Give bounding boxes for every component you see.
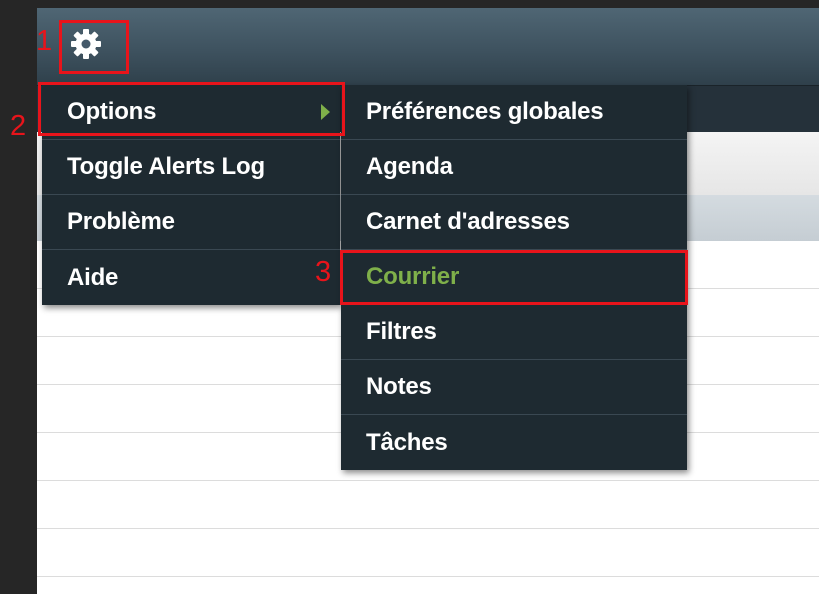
submenu-item-notes[interactable]: Notes xyxy=(341,360,687,415)
options-submenu: Préférences globales Agenda Carnet d'adr… xyxy=(341,85,687,470)
menu-item-probleme[interactable]: Problème xyxy=(42,195,340,250)
step-number-1: 1 xyxy=(36,25,53,57)
screen: Options Toggle Alerts Log Problème Aide … xyxy=(0,0,819,594)
submenu-item-agenda[interactable]: Agenda xyxy=(341,140,687,195)
menu-item-toggle-alerts-log[interactable]: Toggle Alerts Log xyxy=(42,140,340,195)
step-number-3: 3 xyxy=(315,256,332,288)
menu-item-label: Aide xyxy=(67,263,119,291)
menu-item-label: Filtres xyxy=(366,318,437,345)
submenu-item-filtres[interactable]: Filtres xyxy=(341,305,687,360)
menu-item-label: Problème xyxy=(67,208,175,235)
menu-item-label: Toggle Alerts Log xyxy=(67,153,265,180)
settings-menu: Options Toggle Alerts Log Problème Aide xyxy=(42,85,340,305)
menu-item-label: Options xyxy=(67,98,157,125)
menu-item-aide[interactable]: Aide xyxy=(42,250,340,305)
menu-item-label: Préférences globales xyxy=(366,98,604,125)
top-navigation-bar xyxy=(37,8,819,85)
table-row[interactable] xyxy=(37,481,819,529)
menu-item-options[interactable]: Options xyxy=(42,85,340,140)
menu-item-label: Notes xyxy=(366,373,432,400)
menu-item-label: Carnet d'adresses xyxy=(366,208,570,235)
table-row[interactable] xyxy=(37,529,819,577)
submenu-item-courrier[interactable]: Courrier xyxy=(341,250,687,305)
settings-button[interactable] xyxy=(61,22,111,66)
submenu-item-preferences-globales[interactable]: Préférences globales xyxy=(341,85,687,140)
submenu-arrow-icon xyxy=(321,104,330,120)
step-number-2: 2 xyxy=(10,110,27,142)
submenu-item-carnet-adresses[interactable]: Carnet d'adresses xyxy=(341,195,687,250)
menu-item-label: Agenda xyxy=(366,153,453,180)
submenu-item-taches[interactable]: Tâches xyxy=(341,415,687,470)
menu-item-label: Courrier xyxy=(366,263,460,290)
gear-icon xyxy=(71,29,101,59)
menu-item-label: Tâches xyxy=(366,428,448,456)
